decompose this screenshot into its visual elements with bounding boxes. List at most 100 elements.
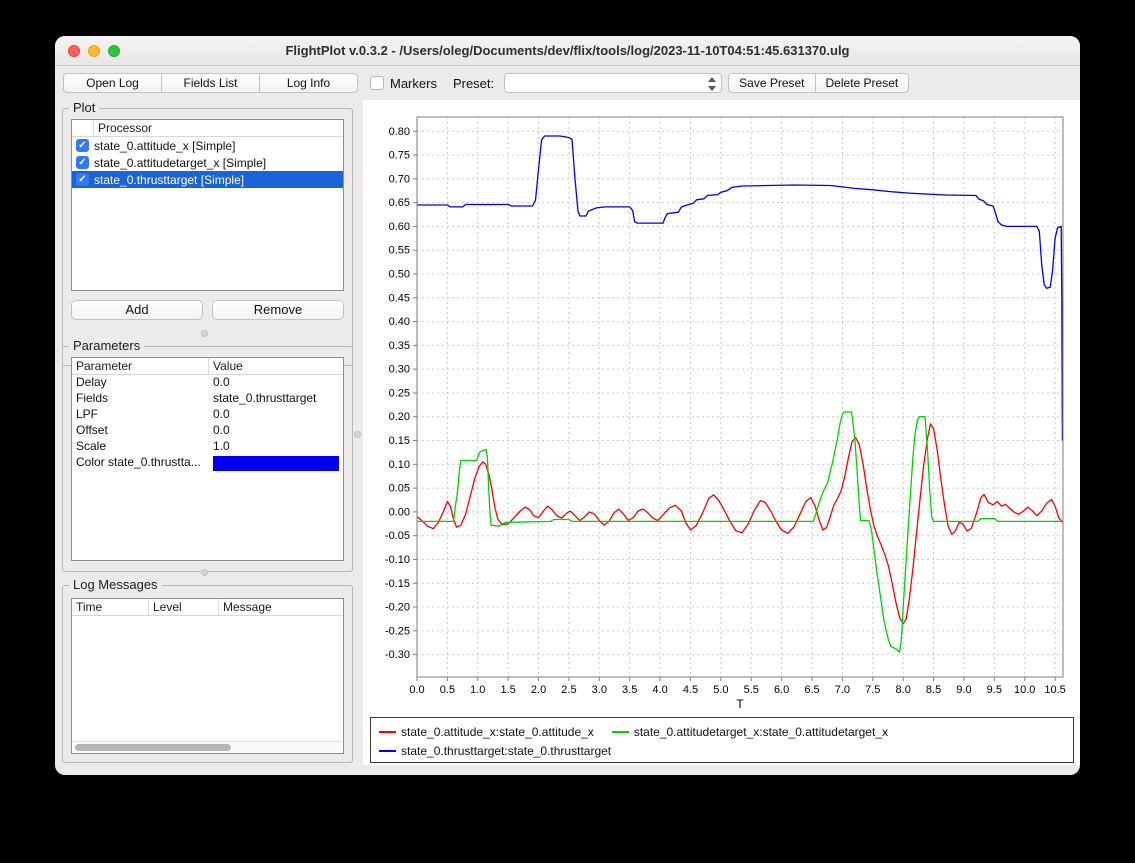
log-button-group: Open Log Fields List Log Info: [63, 73, 358, 93]
svg-text:0.80: 0.80: [389, 126, 410, 138]
time-column-header[interactable]: Time: [72, 599, 149, 615]
svg-text:10.5: 10.5: [1044, 684, 1065, 696]
svg-text:4.5: 4.5: [683, 684, 698, 696]
parameter-row[interactable]: LPF0.0: [72, 407, 343, 423]
svg-text:5.0: 5.0: [713, 684, 728, 696]
svg-text:5.5: 5.5: [744, 684, 759, 696]
legend-label: state_0.attitudetarget_x:state_0.attitud…: [634, 725, 888, 739]
parameter-value: [209, 455, 343, 471]
splitter-handle-icon[interactable]: [201, 569, 208, 576]
svg-text:2.5: 2.5: [561, 684, 576, 696]
parameter-row[interactable]: Fieldsstate_0.thrusttarget: [72, 391, 343, 407]
flight-plot-chart[interactable]: 0.00.51.01.52.02.53.03.54.04.55.05.56.06…: [363, 100, 1080, 713]
vertical-splitter[interactable]: [353, 98, 362, 765]
plot-list-item[interactable]: ✓state_0.thrusttarget [Simple]: [72, 171, 343, 188]
preset-combobox[interactable]: [504, 73, 722, 93]
svg-text:0.5: 0.5: [440, 684, 455, 696]
legend-label: state_0.thrusttarget:state_0.thrusttarge…: [401, 744, 611, 758]
svg-text:1.5: 1.5: [501, 684, 516, 696]
combobox-stepper-icon[interactable]: [707, 76, 717, 92]
plot-list-item[interactable]: ✓ state_0.attitude_x [Simple]: [72, 137, 343, 154]
svg-text:0.50: 0.50: [389, 269, 410, 281]
color-swatch[interactable]: [213, 456, 339, 471]
markers-checkbox[interactable]: [370, 76, 384, 90]
svg-text:6.0: 6.0: [774, 684, 789, 696]
svg-text:0.65: 0.65: [389, 197, 410, 209]
splitter-handle-icon[interactable]: [201, 330, 208, 337]
parameter-row[interactable]: Color state_0.thrustta...: [72, 455, 343, 471]
svg-text:0.0: 0.0: [409, 684, 424, 696]
flightplot-window: FlightPlot v.0.3.2 - /Users/oleg/Documen…: [55, 36, 1080, 775]
plot-item-label: state_0.attitudetarget_x [Simple]: [94, 156, 266, 170]
log-messages-table[interactable]: Time Level Message: [71, 598, 344, 754]
parameters-table[interactable]: Parameter Value Delay0.0Fieldsstate_0.th…: [71, 357, 344, 561]
svg-text:0.15: 0.15: [389, 435, 410, 447]
svg-text:1.0: 1.0: [470, 684, 485, 696]
svg-text:0.60: 0.60: [389, 221, 410, 233]
svg-text:0.30: 0.30: [389, 364, 410, 376]
legend-item: state_0.attitude_x:state_0.attitude_x: [379, 725, 594, 739]
parameter-value: 0.0: [209, 423, 343, 439]
svg-text:7.5: 7.5: [865, 684, 880, 696]
svg-text:-0.30: -0.30: [385, 649, 410, 661]
parameter-column-header[interactable]: Parameter: [72, 358, 209, 374]
add-button[interactable]: Add: [71, 300, 203, 320]
parameter-name: Delay: [72, 375, 209, 391]
parameter-row[interactable]: Offset0.0: [72, 423, 343, 439]
value-column-header[interactable]: Value: [209, 358, 343, 374]
log-table-header[interactable]: Time Level Message: [72, 599, 343, 616]
plot-list-header[interactable]: Processor: [72, 120, 343, 137]
svg-text:-0.15: -0.15: [385, 578, 410, 590]
delete-preset-button[interactable]: Delete Preset: [815, 73, 910, 93]
svg-text:8.0: 8.0: [896, 684, 911, 696]
toolbar: Open Log Fields List Log Info Markers Pr…: [55, 67, 1080, 99]
log-info-button[interactable]: Log Info: [259, 73, 358, 93]
message-column-header[interactable]: Message: [219, 599, 343, 615]
svg-text:0.00: 0.00: [389, 506, 410, 518]
legend-item: state_0.attitudetarget_x:state_0.attitud…: [612, 725, 888, 739]
svg-text:-0.05: -0.05: [385, 530, 410, 542]
svg-text:9.5: 9.5: [987, 684, 1002, 696]
level-column-header[interactable]: Level: [149, 599, 219, 615]
open-log-button[interactable]: Open Log: [63, 73, 162, 93]
parameter-value: 0.0: [209, 407, 343, 423]
log-messages-panel-title: Log Messages: [69, 577, 162, 592]
checkbox-checked-icon[interactable]: ✓: [76, 139, 89, 152]
svg-text:0.75: 0.75: [389, 150, 410, 162]
svg-text:0.35: 0.35: [389, 340, 410, 352]
legend-item: state_0.thrusttarget:state_0.thrusttarge…: [379, 744, 611, 758]
processor-column-header[interactable]: Processor: [94, 121, 152, 135]
scrollbar-thumb[interactable]: [75, 744, 231, 751]
chart-legend: state_0.attitude_x:state_0.attitude_xsta…: [370, 717, 1074, 763]
preset-button-group: Save Preset Delete Preset: [728, 73, 909, 93]
save-preset-button[interactable]: Save Preset: [728, 73, 815, 93]
checkbox-checked-icon[interactable]: ✓: [76, 156, 89, 169]
svg-text:7.0: 7.0: [835, 684, 850, 696]
parameter-row[interactable]: Delay0.0: [72, 375, 343, 391]
plot-list-item[interactable]: ✓ state_0.attitudetarget_x [Simple]: [72, 154, 343, 171]
parameter-row[interactable]: Scale1.0: [72, 439, 343, 455]
legend-line-icon: [379, 750, 396, 752]
log-messages-panel: Log Messages Time Level Message: [62, 585, 353, 763]
parameter-value: 1.0: [209, 439, 343, 455]
svg-text:8.5: 8.5: [926, 684, 941, 696]
horizontal-scrollbar[interactable]: [73, 741, 342, 752]
fields-list-button[interactable]: Fields List: [161, 73, 260, 93]
plot-item-label: state_0.attitude_x [Simple]: [94, 139, 235, 153]
svg-text:-0.10: -0.10: [385, 554, 410, 566]
parameter-name: LPF: [72, 407, 209, 423]
svg-text:0.70: 0.70: [389, 173, 410, 185]
parameters-panel: Parameters Parameter Value Delay0.0Field…: [62, 346, 353, 572]
parameters-panel-title: Parameters: [69, 338, 144, 353]
chart-panel[interactable]: 0.00.51.01.52.02.53.03.54.04.55.05.56.06…: [363, 100, 1080, 765]
checkbox-checked-icon[interactable]: ✓: [76, 173, 89, 186]
svg-text:0.20: 0.20: [389, 411, 410, 423]
plot-area[interactable]: [417, 117, 1063, 677]
title-bar[interactable]: FlightPlot v.0.3.2 - /Users/oleg/Documen…: [55, 36, 1080, 66]
plot-list[interactable]: Processor ✓state_0.attitude_x [Simple]✓s…: [71, 119, 344, 291]
svg-text:-0.25: -0.25: [385, 625, 410, 637]
parameter-value: state_0.thrusttarget: [209, 391, 343, 407]
remove-button[interactable]: Remove: [212, 300, 344, 320]
splitter-handle-icon[interactable]: [354, 431, 361, 438]
parameters-table-header[interactable]: Parameter Value: [72, 358, 343, 375]
